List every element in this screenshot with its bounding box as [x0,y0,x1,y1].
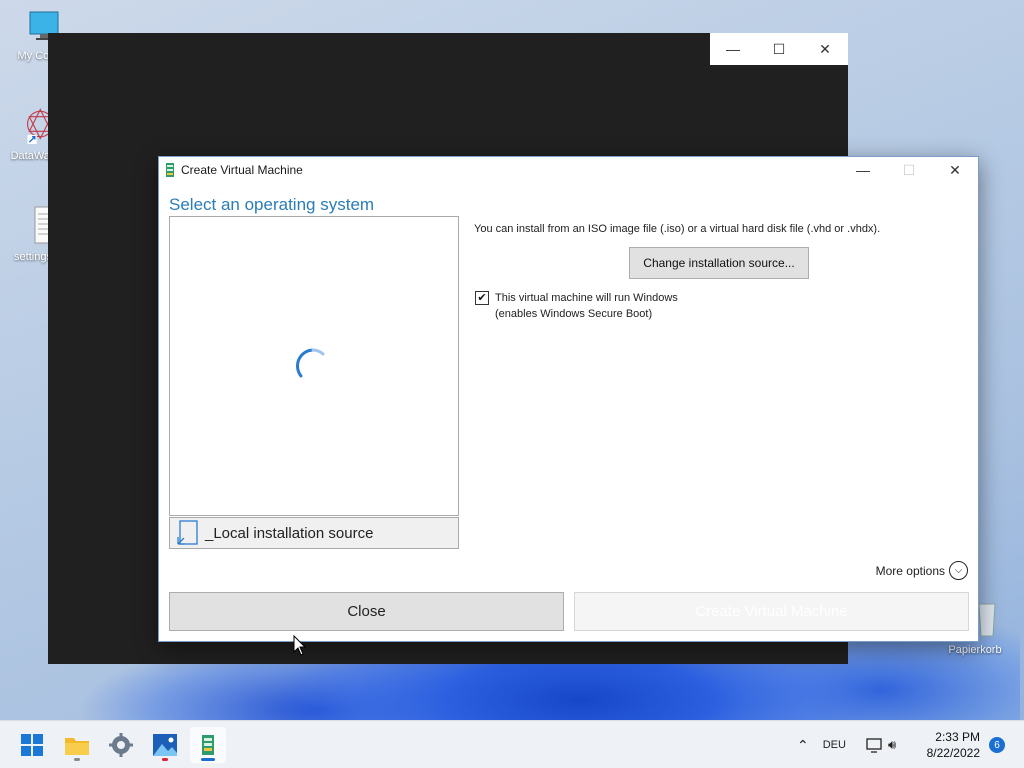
close-button[interactable]: Close [169,592,564,631]
install-info-text: You can install from an ISO image file (… [474,223,881,235]
checkmark-icon: ✔ [477,292,487,304]
settings-app-button[interactable] [103,727,139,763]
maximize-icon: ☐ [902,161,916,178]
chevron-down-icon: ⌵ [949,561,968,580]
maximize-button[interactable]: ☐ [756,33,802,65]
dialog-maximize-button: ☐ [886,157,932,183]
dialog-close-button[interactable]: ✕ [932,157,978,183]
windows-checkbox-label: This virtual machine will run Windows (e… [495,292,678,320]
running-indicator [74,758,80,761]
network-icon[interactable] [866,737,884,753]
volume-icon[interactable]: 🔊︎ [888,737,896,753]
hyperv-app-icon [166,163,174,177]
gear-icon [109,733,133,757]
hyperv-quick-create-icon [202,735,214,755]
notification-badge[interactable]: 6 [989,737,1005,753]
loading-spinner-icon [296,348,325,378]
maximize-icon: ☐ [772,40,786,57]
windows-start-icon [21,734,43,756]
windows-checkbox[interactable]: ✔ [475,291,489,305]
local-installation-source-item[interactable]: _Local installation source [169,517,459,549]
language-indicator[interactable]: DEU [823,739,846,751]
folder-icon [65,738,89,755]
create-vm-dialog: Create Virtual Machine — ☐ ✕ Select an o… [158,156,979,642]
local-source-label: _Local installation source [205,524,374,542]
hyperv-quick-create-button[interactable] [190,727,226,763]
photos-icon [153,734,177,756]
minimize-icon: — [856,162,870,178]
close-icon: ✕ [819,40,831,57]
background-window-caption: — ☐ ✕ [710,33,848,65]
photos-app-button[interactable] [147,727,183,763]
clock[interactable]: 2:33 PM 8/22/2022 [927,729,980,761]
file-explorer-button[interactable] [59,727,95,763]
dialog-caption-buttons: — ☐ ✕ [840,157,978,183]
active-indicator [201,758,215,761]
more-options-label: More options [875,563,945,578]
clock-date: 8/22/2022 [926,746,980,760]
taskbar: ⌃ DEU 🔊︎ 2:33 PM 8/22/2022 6 [0,720,1024,768]
os-gallery-list[interactable] [169,216,459,516]
mouse-cursor-icon [293,635,307,656]
minimize-button[interactable]: — [710,33,756,65]
dialog-titlebar: Create Virtual Machine — ☐ ✕ [159,157,978,183]
start-button[interactable] [14,727,50,763]
close-icon: ✕ [949,161,961,178]
clock-time: 2:33 PM [935,730,980,744]
system-tray: ⌃ DEU 🔊︎ [797,721,896,768]
create-virtual-machine-button: Create Virtual Machine [574,592,969,631]
more-options-toggle[interactable]: More options ⌵ [876,561,968,580]
select-os-heading: Select an operating system [169,195,375,214]
local-source-icon [177,520,198,545]
close-window-button[interactable]: ✕ [802,33,848,65]
dialog-minimize-button[interactable]: — [840,157,886,183]
minimize-icon: — [726,41,740,57]
chevron-up-icon[interactable]: ⌃ [797,737,809,754]
running-indicator [162,758,168,761]
dialog-title: Create Virtual Machine [181,163,303,177]
windows-checkbox-row[interactable]: ✔ This virtual machine will run Windows … [475,290,678,322]
change-installation-source-button[interactable]: Change installation source... [629,247,809,279]
